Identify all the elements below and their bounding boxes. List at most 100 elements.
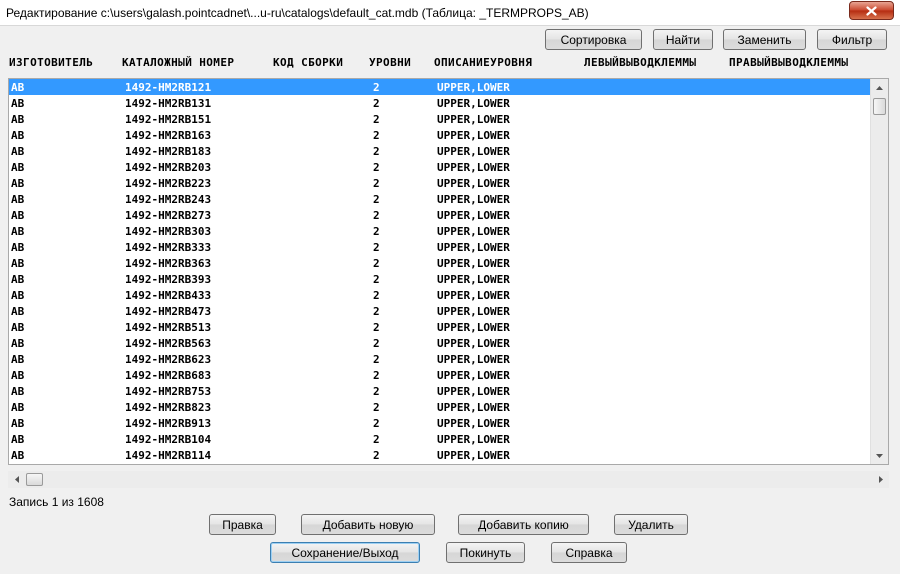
data-grid[interactable]: AB 1492-HM2RB121 2 UPPER,LOWER AB 1492-HM2RB1… [8, 78, 889, 465]
cell-catalog-number: 1492-HM2RB333 [125, 241, 212, 254]
table-row[interactable]: AB 1492-HM2RB163 2 UPPER,LOWER [9, 127, 871, 143]
vertical-scrollbar[interactable] [870, 79, 888, 464]
column-header-right-terminal[interactable]: ПРАВЫЙВЫВОДКЛЕММЫ [729, 56, 848, 70]
table-row[interactable]: AB 1492-HM2RB433 2 UPPER,LOWER [9, 287, 871, 303]
table-row[interactable]: AB 1492-HM2RB823 2 UPPER,LOWER [9, 399, 871, 415]
cell-levels: 2 [373, 305, 380, 318]
cell-levels: 2 [373, 81, 380, 94]
cell-manufacturer: AB [11, 257, 25, 270]
cell-level-description: UPPER,LOWER [437, 321, 510, 334]
cell-level-description: UPPER,LOWER [437, 337, 510, 350]
cell-levels: 2 [373, 433, 380, 446]
scroll-down-arrow-icon[interactable] [871, 447, 888, 464]
cell-level-description: UPPER,LOWER [437, 225, 510, 238]
cell-catalog-number: 1492-HM2RB114 [125, 449, 212, 462]
record-counter: Запись 1 из 1608 [9, 495, 104, 509]
grid-rows: AB 1492-HM2RB121 2 UPPER,LOWER AB 1492-HM2RB1… [9, 79, 871, 464]
table-row[interactable]: AB 1492-HM2RB563 2 UPPER,LOWER [9, 335, 871, 351]
cell-level-description: UPPER,LOWER [437, 145, 510, 158]
table-row[interactable]: AB 1492-HM2RB114 2 UPPER,LOWER [9, 447, 871, 463]
cell-level-description: UPPER,LOWER [437, 257, 510, 270]
table-row[interactable]: AB 1492-HM2RB753 2 UPPER,LOWER [9, 383, 871, 399]
table-row[interactable]: AB 1492-HM2RB393 2 UPPER,LOWER [9, 271, 871, 287]
close-button[interactable] [849, 1, 894, 20]
table-row[interactable]: AB 1492-HM2RB243 2 UPPER,LOWER [9, 191, 871, 207]
sort-button[interactable]: Сортировка [545, 29, 642, 50]
vertical-scroll-thumb[interactable] [873, 98, 886, 115]
column-header-manufacturer[interactable]: ИЗГОТОВИТЕЛЬ [9, 56, 93, 70]
table-row[interactable]: AB 1492-HM2RB223 2 UPPER,LOWER [9, 175, 871, 191]
column-header-catalog-number[interactable]: КАТАЛОЖНЫЙ НОМЕР [122, 56, 234, 70]
cell-level-description: UPPER,LOWER [437, 273, 510, 286]
cell-manufacturer: AB [11, 97, 25, 110]
cell-manufacturer: AB [11, 305, 25, 318]
cell-catalog-number: 1492-HM2RB753 [125, 385, 212, 398]
column-header-assembly-code[interactable]: КОД СБОРКИ [273, 56, 343, 70]
cell-levels: 2 [373, 241, 380, 254]
cell-levels: 2 [373, 129, 380, 142]
table-row[interactable]: AB 1492-HM2RB913 2 UPPER,LOWER [9, 415, 871, 431]
save-exit-button[interactable]: Сохранение/Выход [270, 542, 420, 563]
cell-catalog-number: 1492-HM2RB393 [125, 273, 212, 286]
cell-manufacturer: AB [11, 129, 25, 142]
horizontal-scrollbar[interactable] [8, 471, 889, 488]
table-row[interactable]: AB 1492-HM2RB333 2 UPPER,LOWER [9, 239, 871, 255]
window-title: Редактирование c:\users\galash.pointcadn… [6, 6, 589, 20]
help-button[interactable]: Справка [551, 542, 627, 563]
filter-button[interactable]: Фильтр [817, 29, 887, 50]
find-button[interactable]: Найти [653, 29, 713, 50]
cell-levels: 2 [373, 321, 380, 334]
table-row[interactable]: AB 1492-HM2RB363 2 UPPER,LOWER [9, 255, 871, 271]
cell-manufacturer: AB [11, 81, 25, 94]
add-new-button[interactable]: Добавить новую [301, 514, 435, 535]
cell-level-description: UPPER,LOWER [437, 209, 510, 222]
cell-catalog-number: 1492-HM2RB273 [125, 209, 212, 222]
cell-catalog-number: 1492-HM2RB913 [125, 417, 212, 430]
table-row[interactable]: AB 1492-HM2RB303 2 UPPER,LOWER [9, 223, 871, 239]
cell-level-description: UPPER,LOWER [437, 129, 510, 142]
scroll-right-arrow-icon[interactable] [872, 471, 889, 488]
column-header-level-description[interactable]: ОПИСАНИЕУРОВНЯ [434, 56, 532, 70]
table-row[interactable]: AB 1492-HM2RB683 2 UPPER,LOWER [9, 367, 871, 383]
table-row[interactable]: AB 1492-HM2RB513 2 UPPER,LOWER [9, 319, 871, 335]
cell-catalog-number: 1492-HM2RB303 [125, 225, 212, 238]
cell-catalog-number: 1492-HM2RB131 [125, 97, 212, 110]
cell-levels: 2 [373, 289, 380, 302]
cell-catalog-number: 1492-HM2RB163 [125, 129, 212, 142]
delete-button[interactable]: Удалить [614, 514, 688, 535]
add-copy-button[interactable]: Добавить копию [458, 514, 589, 535]
replace-button[interactable]: Заменить [723, 29, 806, 50]
leave-button[interactable]: Покинуть [446, 542, 525, 563]
cell-catalog-number: 1492-HM2RB683 [125, 369, 212, 382]
cell-catalog-number: 1492-HM2RB183 [125, 145, 212, 158]
cell-catalog-number: 1492-HM2RB433 [125, 289, 212, 302]
cell-manufacturer: AB [11, 161, 25, 174]
table-row[interactable]: AB 1492-HM2RB473 2 UPPER,LOWER [9, 303, 871, 319]
table-row[interactable]: AB 1492-HM2RB151 2 UPPER,LOWER [9, 111, 871, 127]
table-row[interactable]: AB 1492-HM2RB623 2 UPPER,LOWER [9, 351, 871, 367]
cell-manufacturer: AB [11, 417, 25, 430]
cell-manufacturer: AB [11, 449, 25, 462]
cell-catalog-number: 1492-HM2RB243 [125, 193, 212, 206]
scroll-left-arrow-icon[interactable] [8, 471, 25, 488]
cell-manufacturer: AB [11, 337, 25, 350]
table-row[interactable]: AB 1492-HM2RB273 2 UPPER,LOWER [9, 207, 871, 223]
table-row[interactable]: AB 1492-HM2RB104 2 UPPER,LOWER [9, 431, 871, 447]
cell-levels: 2 [373, 337, 380, 350]
scroll-up-arrow-icon[interactable] [871, 79, 888, 96]
table-row[interactable]: AB 1492-HM2RB183 2 UPPER,LOWER [9, 143, 871, 159]
horizontal-scroll-thumb[interactable] [26, 473, 43, 486]
column-header-levels[interactable]: УРОВНИ [369, 56, 411, 70]
cell-catalog-number: 1492-HM2RB563 [125, 337, 212, 350]
table-row[interactable]: AB 1492-HM2RB121 2 UPPER,LOWER [9, 79, 871, 95]
edit-button[interactable]: Правка [209, 514, 276, 535]
cell-levels: 2 [373, 385, 380, 398]
cell-catalog-number: 1492-HM2RB363 [125, 257, 212, 270]
cell-catalog-number: 1492-HM2RB203 [125, 161, 212, 174]
column-header-left-terminal[interactable]: ЛЕВЫЙВЫВОДКЛЕММЫ [584, 56, 696, 70]
table-row[interactable]: AB 1492-HM2RB203 2 UPPER,LOWER [9, 159, 871, 175]
cell-levels: 2 [373, 273, 380, 286]
table-row[interactable]: AB 1492-HM2RB131 2 UPPER,LOWER [9, 95, 871, 111]
cell-level-description: UPPER,LOWER [437, 113, 510, 126]
cell-levels: 2 [373, 257, 380, 270]
